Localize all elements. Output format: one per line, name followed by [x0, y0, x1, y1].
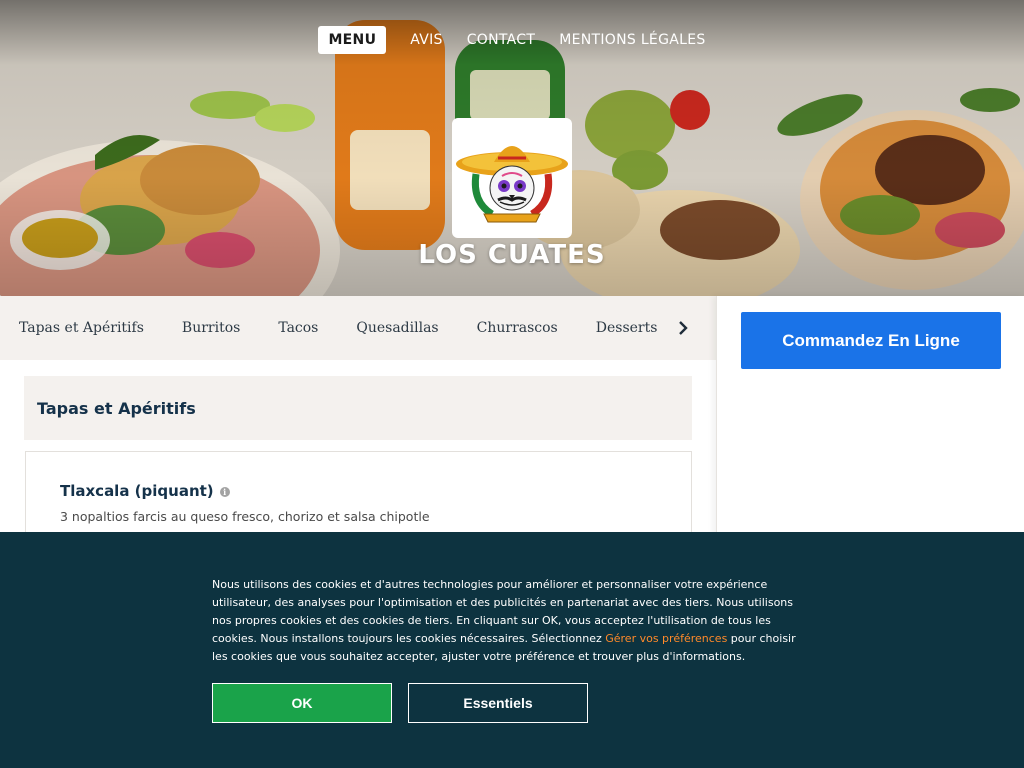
- nav-avis[interactable]: AVIS: [410, 32, 442, 48]
- section-title: Tapas et Apéritifs: [37, 398, 196, 418]
- category-tabs: Tapas et Apéritifs Burritos Tacos Quesad…: [0, 296, 716, 360]
- manage-preferences-link[interactable]: Gérer vos préférences: [605, 632, 727, 645]
- page: MENU AVIS CONTACT MENTIONS LÉGALES LOS C…: [0, 0, 1024, 768]
- category-tab-churrascos[interactable]: Churrascos: [477, 320, 558, 336]
- category-tab-tapas[interactable]: Tapas et Apéritifs: [19, 320, 144, 336]
- cookie-message: Nous utilisons des cookies et d'autres t…: [212, 576, 812, 666]
- nav-menu[interactable]: MENU: [318, 26, 387, 54]
- category-tab-burritos[interactable]: Burritos: [182, 320, 240, 336]
- skull-sombrero-logo-icon: [456, 146, 568, 223]
- restaurant-logo[interactable]: [452, 118, 572, 238]
- menu-item-title: Tlaxcala (piquant): [60, 482, 214, 500]
- top-navigation: MENU AVIS CONTACT MENTIONS LÉGALES: [0, 26, 1024, 54]
- info-icon[interactable]: i: [219, 487, 230, 497]
- order-online-button[interactable]: Commandez En Ligne: [741, 312, 1001, 369]
- nav-mentions-legales[interactable]: MENTIONS LÉGALES: [559, 32, 705, 48]
- chevron-right-icon[interactable]: [672, 316, 694, 340]
- cookie-banner: Nous utilisons des cookies et d'autres t…: [0, 532, 1024, 768]
- cookie-essentials-button[interactable]: Essentiels: [408, 683, 588, 723]
- menu-item-description: 3 nopaltios farcis au queso fresco, chor…: [60, 509, 430, 524]
- category-tab-desserts[interactable]: Desserts: [596, 320, 658, 336]
- restaurant-name: LOS CUATES: [418, 240, 606, 270]
- menu-item-title-row: Tlaxcala (piquant) i: [60, 482, 230, 500]
- category-tab-tacos[interactable]: Tacos: [278, 320, 318, 336]
- section-header: Tapas et Apéritifs: [24, 376, 692, 440]
- hero-banner: MENU AVIS CONTACT MENTIONS LÉGALES LOS C…: [0, 0, 1024, 296]
- cookie-ok-button[interactable]: OK: [212, 683, 392, 723]
- nav-contact[interactable]: CONTACT: [467, 32, 536, 48]
- category-tab-quesadillas[interactable]: Quesadillas: [356, 320, 438, 336]
